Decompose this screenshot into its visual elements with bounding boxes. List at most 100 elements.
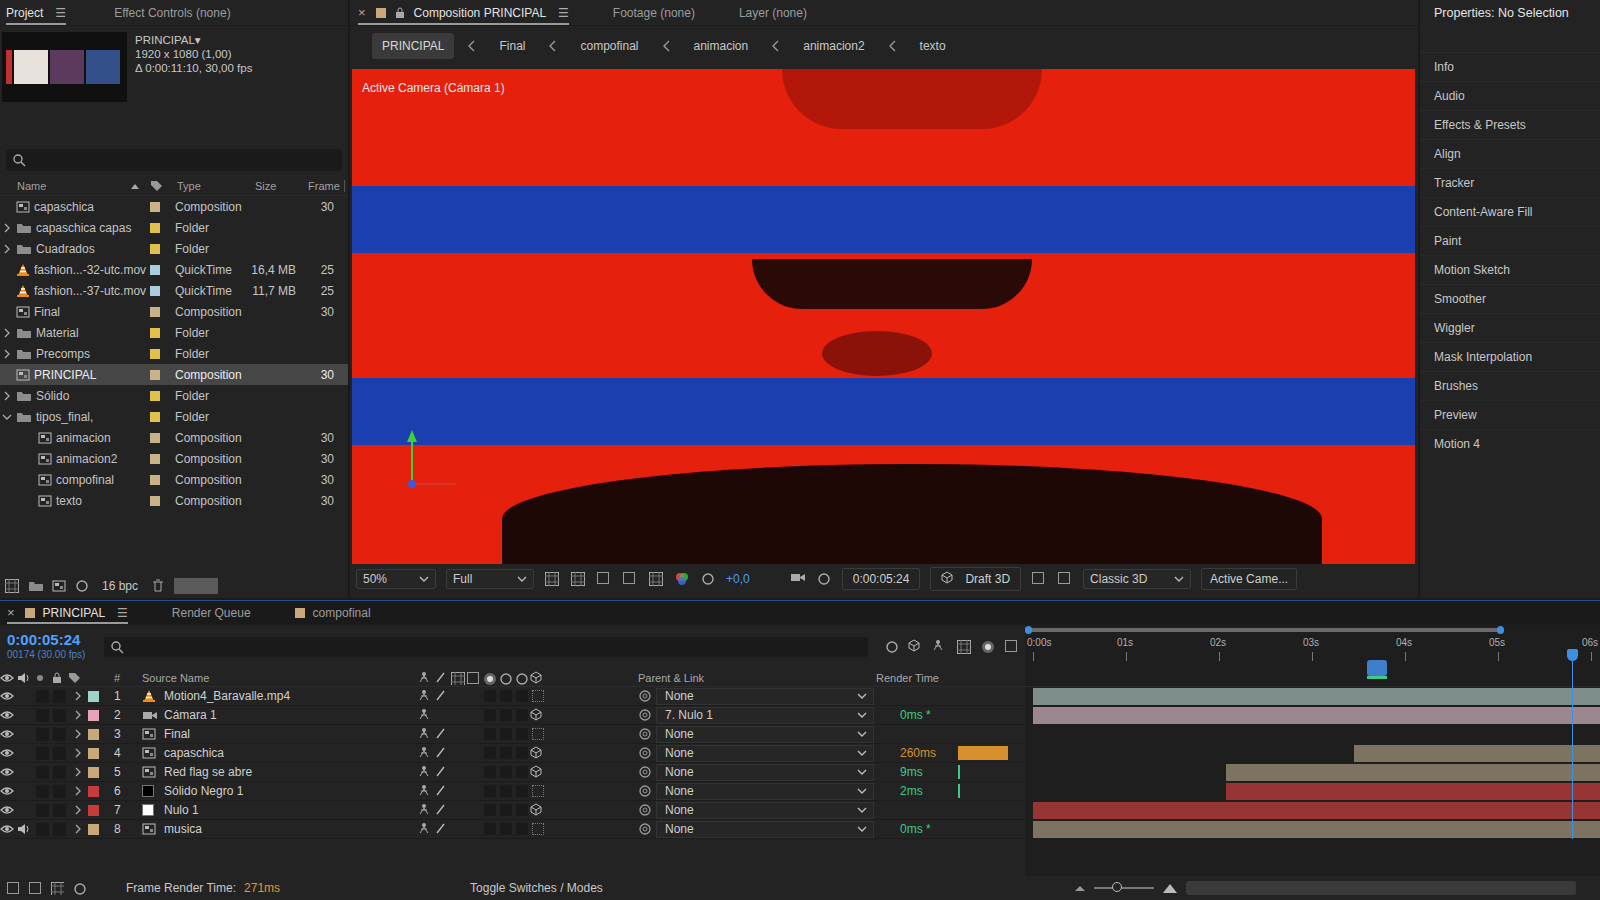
layer-duration-bar[interactable] — [1354, 745, 1600, 762]
switch-box[interactable] — [484, 823, 496, 835]
panel-tab[interactable]: Layer (none) — [739, 0, 807, 25]
visibility-eye-icon[interactable] — [0, 805, 17, 815]
label-swatch[interactable] — [88, 691, 99, 702]
project-item-row[interactable]: fashion...-32-utc.movQuickTime16,4 MB25 — [0, 259, 348, 280]
switch-box[interactable] — [484, 747, 496, 759]
panel-list-item[interactable]: Effects & Presets — [1420, 110, 1600, 139]
transfer-controls-icon[interactable] — [28, 881, 42, 895]
region-of-interest-icon[interactable] — [622, 571, 638, 587]
toggle-switches-modes-button[interactable]: Toggle Switches / Modes — [470, 881, 603, 895]
mask-visibility-icon[interactable] — [596, 571, 612, 587]
zoom-in-icon[interactable] — [1162, 882, 1178, 894]
parent-dropdown[interactable]: None — [656, 802, 874, 819]
lock-toggle[interactable] — [53, 709, 66, 722]
collapsed-arrow-icon[interactable] — [2, 223, 12, 233]
expand-arrow-icon[interactable] — [73, 824, 83, 834]
visibility-eye-icon[interactable] — [0, 767, 17, 777]
parent-pickwhip-icon[interactable] — [638, 822, 652, 836]
project-item-row[interactable]: capaschicaComposition30 — [0, 196, 348, 217]
hide-shy-layers-icon[interactable] — [932, 639, 948, 655]
close-tab-button[interactable]: × — [7, 605, 15, 620]
navigator-end-handle[interactable] — [1497, 626, 1504, 634]
layer-row[interactable]: 8musicaNone0ms * — [0, 820, 1025, 839]
3d-ground-plane-icon[interactable] — [1031, 571, 1047, 587]
parent-pickwhip-icon[interactable] — [638, 765, 652, 779]
layer-row[interactable]: 5Red flag se abreNone9ms — [0, 763, 1025, 782]
layer-duration-bar[interactable] — [1033, 802, 1600, 819]
in-out-icon[interactable] — [50, 881, 64, 895]
lock-icon[interactable] — [394, 6, 406, 19]
label-swatch[interactable] — [88, 710, 99, 721]
parent-pickwhip-icon[interactable] — [638, 746, 652, 760]
shy-switch-icon[interactable] — [418, 727, 434, 741]
quality-switch-icon[interactable] — [434, 746, 450, 760]
solo-toggle[interactable] — [36, 709, 49, 722]
parent-pickwhip-icon[interactable] — [638, 803, 652, 817]
shy-switch-icon[interactable] — [418, 784, 434, 798]
switch-box[interactable] — [516, 785, 528, 797]
layer-search-field[interactable] — [104, 637, 868, 657]
breadcrumb-item[interactable]: animacion — [684, 33, 759, 59]
panel-menu-button[interactable]: ☰ — [117, 606, 128, 620]
lock-toggle[interactable] — [53, 785, 66, 798]
3d-layer-icon[interactable] — [530, 803, 546, 817]
switch-box[interactable] — [516, 728, 528, 740]
parent-dropdown[interactable]: None — [656, 821, 874, 838]
composition-name[interactable]: PRINCIPAL▾ — [135, 33, 252, 47]
panel-list-item[interactable]: Paint — [1420, 226, 1600, 255]
guides-icon[interactable] — [648, 571, 664, 587]
layer-row[interactable]: 4capaschicaNone260ms — [0, 744, 1025, 763]
shy-switch-icon[interactable] — [418, 746, 434, 760]
collapsed-arrow-icon[interactable] — [2, 328, 12, 338]
quality-switch-icon[interactable] — [434, 803, 450, 817]
current-time-field[interactable]: 0:00:05:24 — [842, 568, 921, 590]
project-item-row[interactable]: animacionComposition30 — [0, 427, 348, 448]
parent-pickwhip-icon[interactable] — [638, 708, 652, 722]
resolution-dropdown[interactable]: Full — [446, 569, 534, 589]
render-time-icon[interactable] — [72, 881, 86, 895]
switch-box[interactable] — [516, 690, 528, 702]
label-swatch[interactable] — [88, 748, 99, 759]
parent-dropdown[interactable]: None — [656, 764, 874, 781]
breadcrumb-item[interactable]: Final — [489, 33, 535, 59]
timeline-scrollbar[interactable] — [1186, 881, 1576, 895]
collapsed-arrow-icon[interactable] — [2, 244, 12, 254]
switch-box[interactable] — [500, 823, 512, 835]
switch-box[interactable] — [484, 804, 496, 816]
zoom-out-icon[interactable] — [1074, 883, 1086, 893]
parent-dropdown[interactable]: None — [656, 688, 874, 705]
panel-tab[interactable]: Effect Controls (none) — [114, 0, 231, 25]
shy-switch-icon[interactable] — [418, 765, 434, 779]
panel-list-item[interactable]: Align — [1420, 139, 1600, 168]
parent-pickwhip-icon[interactable] — [638, 727, 652, 741]
name-column-header[interactable]: Name — [0, 180, 150, 192]
panel-menu-button[interactable]: ☰ — [55, 6, 66, 20]
project-item-row[interactable]: PRINCIPALComposition30 — [0, 364, 348, 385]
solo-toggle[interactable] — [36, 804, 49, 817]
lock-toggle[interactable] — [53, 766, 66, 779]
panel-list-item[interactable]: Smoother — [1420, 284, 1600, 313]
switch-box[interactable] — [500, 709, 512, 721]
parent-dropdown[interactable]: None — [656, 745, 874, 762]
magnification-dropdown[interactable]: 50% — [356, 569, 436, 589]
reset-exposure-icon[interactable] — [700, 571, 716, 587]
playhead-head[interactable] — [1567, 649, 1578, 661]
thumbnail-transparency-swatch[interactable] — [174, 578, 218, 594]
show-snapshot-icon[interactable] — [816, 571, 832, 587]
parent-dropdown[interactable]: None — [656, 783, 874, 800]
quality-switch-icon[interactable] — [434, 784, 450, 798]
visibility-eye-icon[interactable] — [0, 824, 17, 834]
navigator-start-handle[interactable] — [1025, 626, 1032, 634]
panel-list-item[interactable]: Content-Aware Fill — [1420, 197, 1600, 226]
panel-list-item[interactable]: Brushes — [1420, 371, 1600, 400]
expand-arrow-icon[interactable] — [73, 786, 83, 796]
label-swatch[interactable] — [88, 767, 99, 778]
project-item-row[interactable]: MaterialFolder — [0, 322, 348, 343]
quality-switch-icon[interactable] — [434, 822, 450, 836]
trash-icon[interactable] — [150, 578, 166, 594]
project-item-row[interactable]: fashion...-37-utc.movQuickTime11,7 MB25 — [0, 280, 348, 301]
switch-box[interactable] — [516, 766, 528, 778]
expand-arrow-icon[interactable] — [73, 710, 83, 720]
bit-depth-button[interactable]: 16 bpc — [98, 579, 142, 593]
lock-toggle[interactable] — [53, 747, 66, 760]
